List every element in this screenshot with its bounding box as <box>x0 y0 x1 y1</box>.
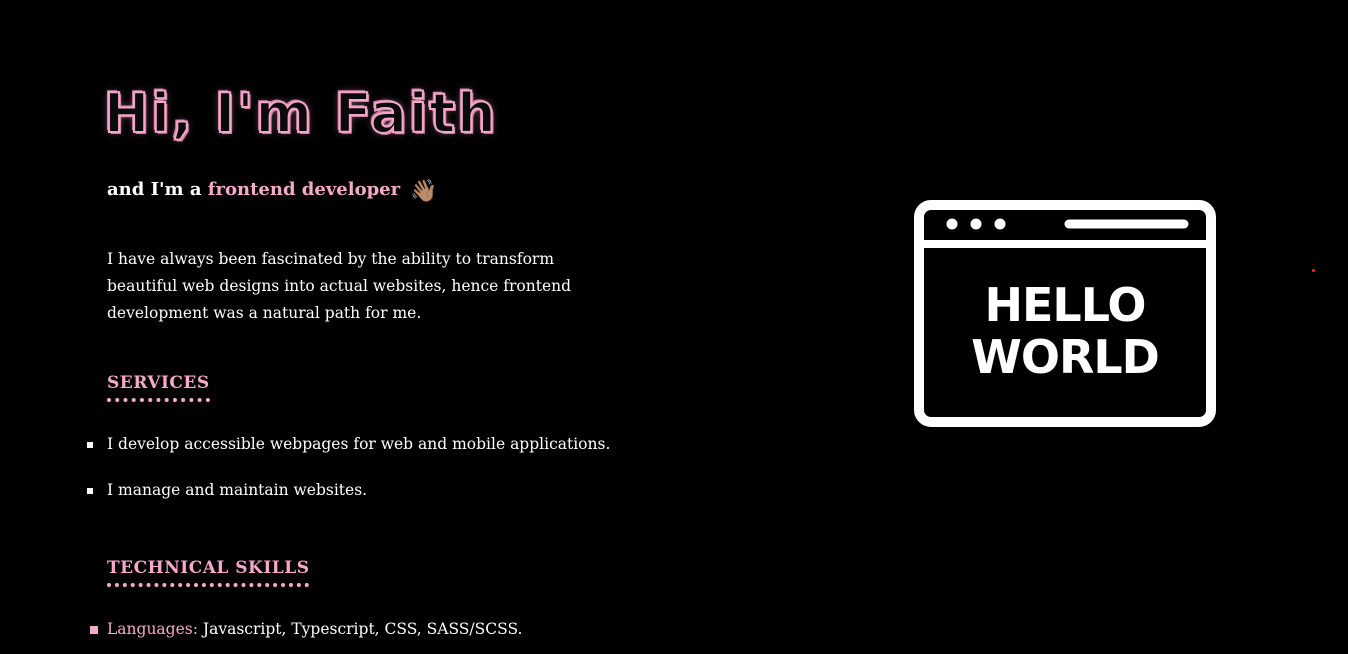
hero-title: Hi, I'm Faith <box>103 81 498 146</box>
skills-list: Languages: Javascript, Typescript, CSS, … <box>87 620 522 638</box>
list-item: I develop accessible webpages for web an… <box>87 435 610 481</box>
service-text: I develop accessible webpages for web an… <box>107 435 611 453</box>
bullet-square-icon <box>87 442 93 448</box>
hero-subtitle: and I'm a frontend developer 👋🏽 <box>107 178 438 204</box>
subtitle-role: frontend developer <box>207 179 401 200</box>
waving-hand-icon: 👋🏽 <box>410 178 438 204</box>
services-heading: SERVICES <box>107 373 210 402</box>
service-text: I manage and maintain websites. <box>107 481 368 499</box>
red-dot-decoration <box>1312 269 1315 272</box>
hello-text: HELLO <box>984 278 1146 332</box>
bullet-square-icon <box>87 488 93 494</box>
subtitle-prefix: and I'm a <box>107 179 208 200</box>
list-item: I manage and maintain websites. <box>87 481 610 527</box>
world-text: WORLD <box>971 330 1160 384</box>
bullet-square-icon <box>90 626 98 634</box>
intro-paragraph: I have always been fascinated by the abi… <box>107 250 572 322</box>
languages-value: Javascript, Typescript, CSS, SASS/SCSS. <box>197 620 523 638</box>
languages-label: Languages: <box>107 620 198 638</box>
services-list: I develop accessible webpages for web an… <box>87 435 610 527</box>
technical-skills-heading: TECHNICAL SKILLS <box>107 558 310 587</box>
list-item: Languages: Javascript, Typescript, CSS, … <box>87 620 522 638</box>
portfolio-page: Hi, I'm Faith and I'm a frontend develop… <box>0 0 1348 654</box>
